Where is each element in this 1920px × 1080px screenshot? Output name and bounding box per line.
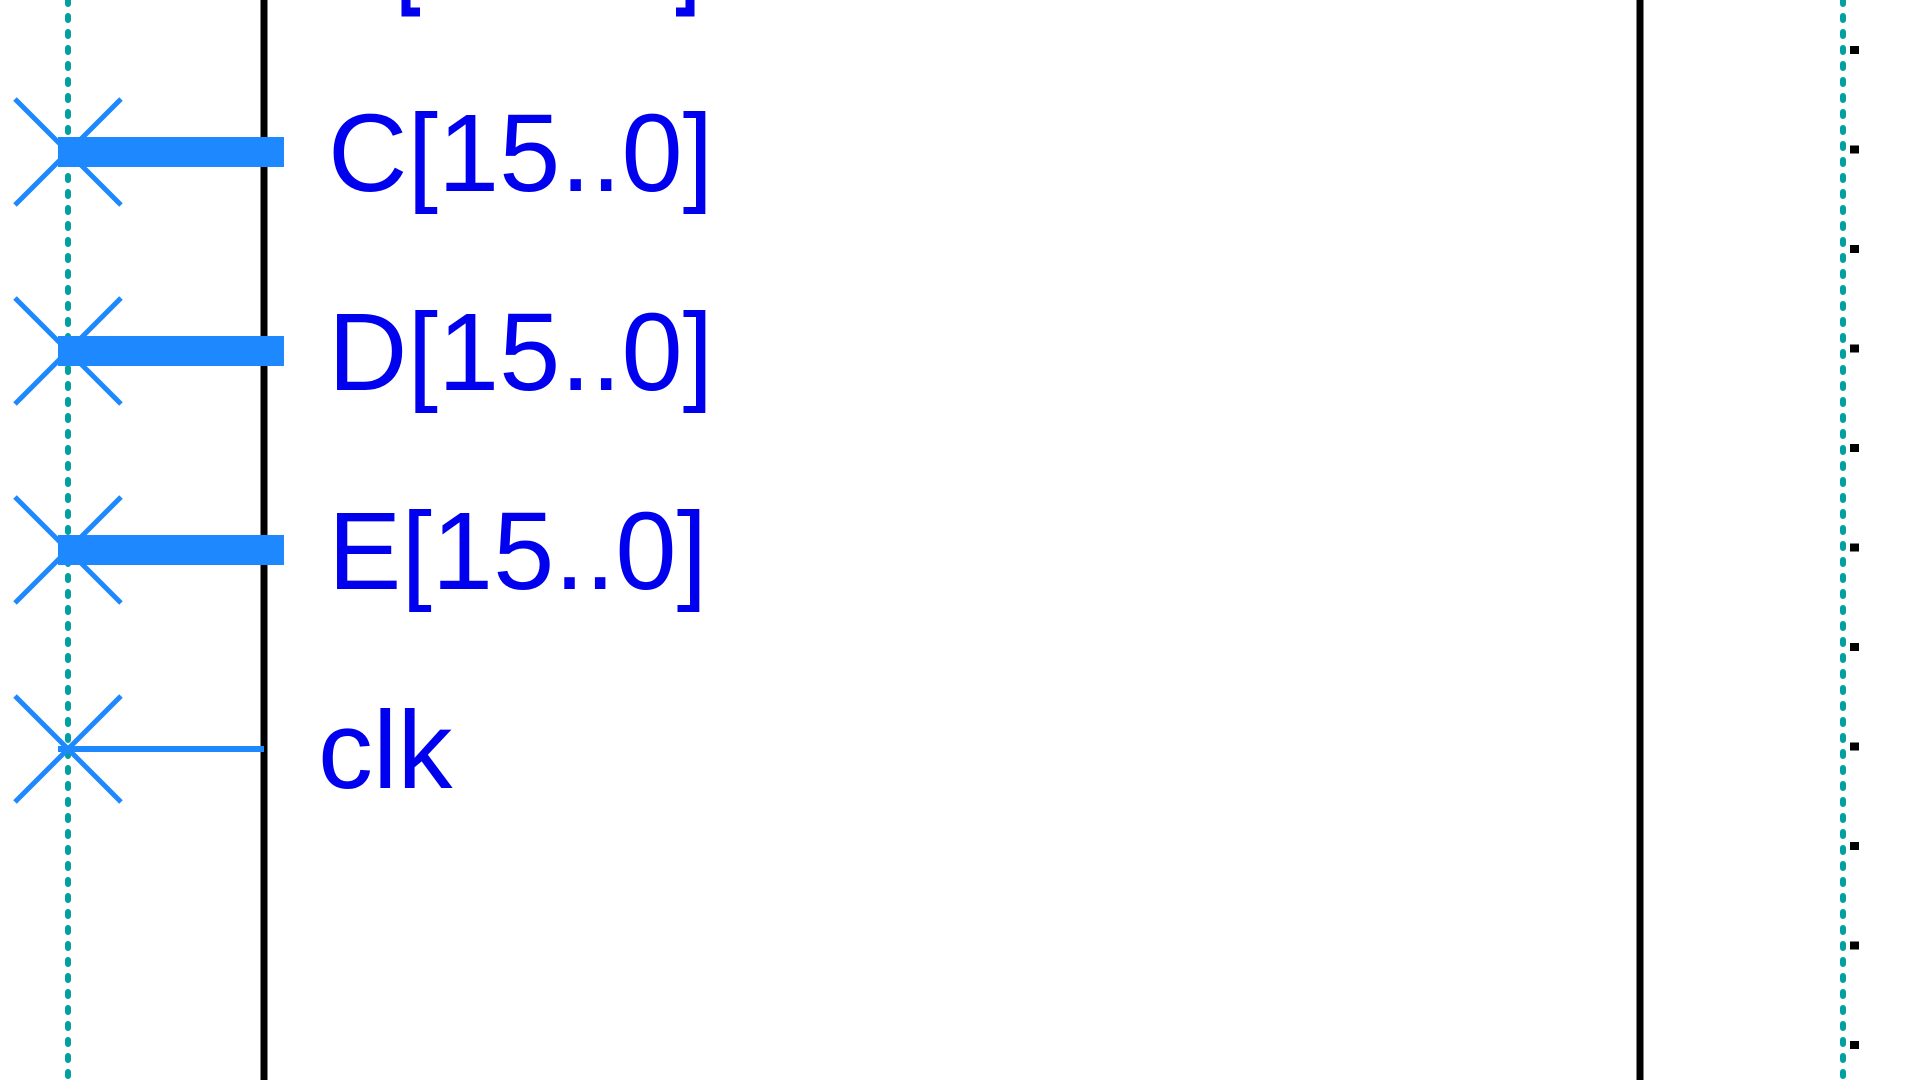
grid-dot xyxy=(1850,145,1859,154)
grid-dot xyxy=(1850,543,1859,552)
grid-dot xyxy=(1850,643,1859,651)
grid-dot xyxy=(1850,842,1859,850)
grid-dot xyxy=(1850,1041,1859,1049)
pin-label: clk xyxy=(318,689,453,812)
grid-dot xyxy=(1850,245,1859,253)
grid-dot xyxy=(1850,344,1859,353)
grid-dot xyxy=(1850,444,1859,452)
grid-dot xyxy=(1850,941,1859,950)
grid-dot xyxy=(1850,46,1859,54)
pin-label: D[15..0] xyxy=(328,291,713,414)
grid-dot xyxy=(1850,742,1859,751)
canvas-background xyxy=(0,0,1920,1080)
pin-label: E[15..0] xyxy=(328,490,707,613)
schematic-canvas[interactable]: C[15..0] D[15..0] E[15..0] clk xyxy=(0,0,1920,1080)
pin-label: C[15..0] xyxy=(328,92,713,215)
